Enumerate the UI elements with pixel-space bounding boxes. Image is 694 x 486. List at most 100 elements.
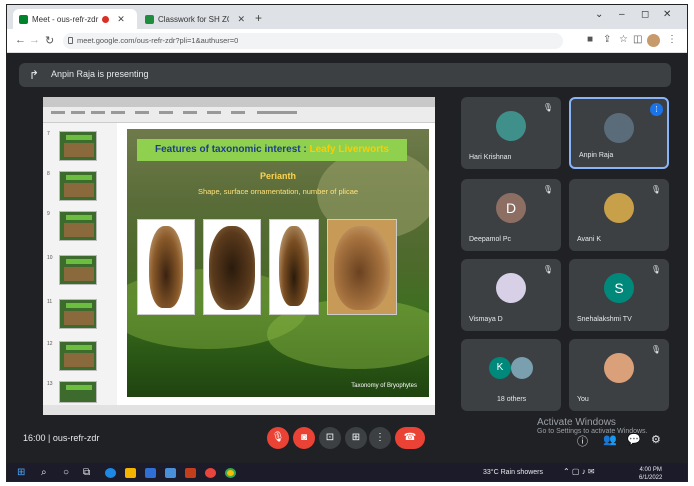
tray-icons[interactable]: ⌃ ▢ ♪ ✉ [563, 467, 595, 476]
bookmark-star-icon[interactable]: ☆ [619, 34, 628, 45]
slide-thumbnails-panel: 7 8 9 10 11 12 13 [43, 123, 117, 405]
slide-thumbnail[interactable] [59, 381, 97, 403]
participant-tile[interactable]: 🎙 S Snehalakshmi TV [569, 259, 669, 331]
reload-button[interactable]: ↻ [45, 34, 54, 47]
tab-search-icon[interactable]: ⌄ [595, 9, 603, 20]
presentation-window[interactable]: 7 8 9 10 11 12 13 Features of taxonomic … [43, 97, 435, 415]
menu-icon[interactable]: ⋮ [667, 34, 677, 45]
participant-tile-active-speaker[interactable]: ⁞ Anpin Raja [569, 97, 669, 169]
participant-photo [496, 273, 526, 303]
participant-photo [604, 193, 634, 223]
more-vert-icon: ⋮ [375, 432, 385, 443]
camera-status-icon[interactable]: ■ [587, 34, 593, 45]
powerpoint-title-bar [43, 97, 435, 107]
slide-thumbnail[interactable] [59, 131, 97, 161]
window-close-button[interactable]: ✕ [663, 9, 671, 20]
profile-avatar[interactable] [647, 34, 660, 47]
tab-meet[interactable]: Meet - ous-refr-zdr ✕ [13, 9, 137, 29]
participant-photo [496, 111, 526, 141]
tab-classroom[interactable]: Classwork for SH ZOOLOGY 21-... ✕ [139, 9, 251, 29]
powerpoint-status-bar [43, 405, 435, 415]
cortana-icon[interactable]: ○ [63, 467, 69, 478]
url-text: meet.google.com/ous-refr-zdr?pli=1&authu… [77, 36, 239, 45]
meeting-time: 16:00 [23, 433, 46, 443]
activate-windows-watermark: Activate Windows Go to Settings to activ… [537, 417, 648, 435]
lock-icon [68, 37, 73, 44]
captions-icon: ⊡ [325, 432, 335, 443]
camera-toggle-button[interactable]: ◙ [293, 427, 315, 449]
slide-footer: Taxonomy of Bryophytes [351, 383, 417, 389]
file-explorer-icon[interactable] [125, 468, 136, 478]
share-icon[interactable]: ⇪ [603, 34, 611, 45]
current-slide: Features of taxonomic interest : Leafy L… [127, 129, 429, 397]
tab-classroom-label: Classwork for SH ZOOLOGY 21-... [158, 14, 229, 24]
perianth-specimen-image [203, 219, 261, 315]
mic-off-icon: 🎙 [650, 185, 661, 194]
info-button[interactable]: ⓘ [577, 433, 588, 449]
perianth-specimen-image [327, 219, 397, 315]
participant-tile[interactable]: 🎙 D Deepamol Pc [461, 179, 561, 251]
meet-favicon-icon [19, 14, 28, 24]
presenting-banner: ↱ Anpin Raja is presenting [19, 63, 671, 87]
participant-tile[interactable]: 🎙 Avani K [569, 179, 669, 251]
presenting-text: Anpin Raja is presenting [51, 69, 149, 79]
mic-toggle-button[interactable]: 🎙 [267, 427, 289, 449]
close-icon[interactable]: ✕ [117, 14, 125, 25]
tab-sidebar-icon[interactable]: ◫ [633, 34, 642, 45]
store-icon[interactable] [145, 468, 156, 478]
weather-widget[interactable]: 33°C Rain showers [483, 469, 543, 476]
self-tile[interactable]: 🎙 You [569, 339, 669, 411]
participant-avatar: S [604, 273, 634, 303]
mic-off-icon: 🎙 [650, 265, 661, 274]
mic-off-icon: 🎙 [542, 103, 553, 112]
meeting-info: 16:00 | ous-refr-zdr [23, 433, 99, 443]
powerpoint-icon[interactable] [185, 468, 196, 478]
participant-name: Vismaya D [469, 316, 503, 323]
slide-thumbnail[interactable] [59, 211, 97, 241]
others-count: 18 others [497, 396, 527, 403]
browser-tab-bar: Meet - ous-refr-zdr ✕ Classwork for SH Z… [7, 5, 687, 29]
classroom-favicon-icon [145, 14, 154, 24]
present-icon: ⊞ [351, 432, 361, 443]
participant-tile[interactable]: 🎙 Hari Krishnan [461, 97, 561, 169]
meeting-code: ous-refr-zdr [52, 433, 100, 443]
participant-photo [604, 113, 634, 143]
maximize-button[interactable]: ◻ [641, 9, 649, 20]
search-icon[interactable]: ⌕ [41, 467, 47, 478]
captions-button[interactable]: ⊡ [319, 427, 341, 449]
slide-title: Features of taxonomic interest : Leafy L… [137, 139, 407, 161]
slide-thumbnail[interactable] [59, 255, 97, 285]
participant-name: Deepamol Pc [469, 236, 512, 243]
system-clock[interactable]: 4:00 PM 6/1/2022 [639, 466, 662, 481]
present-now-button[interactable]: ⊞ [345, 427, 367, 449]
leave-call-button[interactable]: ☎ [395, 427, 425, 449]
mail-icon[interactable] [165, 468, 176, 478]
recording-dot-icon [102, 15, 110, 23]
chrome-icon[interactable] [225, 468, 236, 478]
start-button[interactable]: ⊞ [17, 467, 25, 478]
more-options-button[interactable]: ⋮ [369, 427, 391, 449]
task-view-icon[interactable]: ⧉ [83, 467, 90, 478]
forward-button[interactable]: → [29, 34, 40, 46]
activities-button[interactable]: ⚙ [651, 433, 661, 446]
participant-photo [511, 357, 533, 379]
edge-icon[interactable] [105, 468, 116, 478]
camera-off-icon: ◙ [300, 432, 308, 443]
back-button[interactable]: ← [15, 34, 26, 46]
powerpoint-ribbon [43, 107, 435, 123]
app-icon[interactable] [205, 468, 216, 478]
participant-tile[interactable]: 🎙 Vismaya D [461, 259, 561, 331]
slide-thumbnail[interactable] [59, 341, 97, 371]
slide-thumbnail[interactable] [59, 299, 97, 329]
close-icon[interactable]: ✕ [237, 14, 245, 25]
perianth-specimen-image [137, 219, 195, 315]
participant-avatar: D [496, 193, 526, 223]
minimize-button[interactable]: – [619, 9, 625, 20]
windows-taskbar: ⊞ ⌕ ○ ⧉ 33°C Rain showers ⌃ ▢ ♪ ✉ 4:00 P… [7, 463, 687, 481]
slide-thumbnail[interactable] [59, 171, 97, 201]
address-bar[interactable]: meet.google.com/ous-refr-zdr?pli=1&authu… [63, 33, 563, 49]
presenting-icon: ↱ [29, 68, 40, 82]
others-tile[interactable]: K 18 others [461, 339, 561, 411]
new-tab-button[interactable]: + [255, 11, 262, 25]
tab-meet-label: Meet - ous-refr-zdr [32, 14, 99, 24]
